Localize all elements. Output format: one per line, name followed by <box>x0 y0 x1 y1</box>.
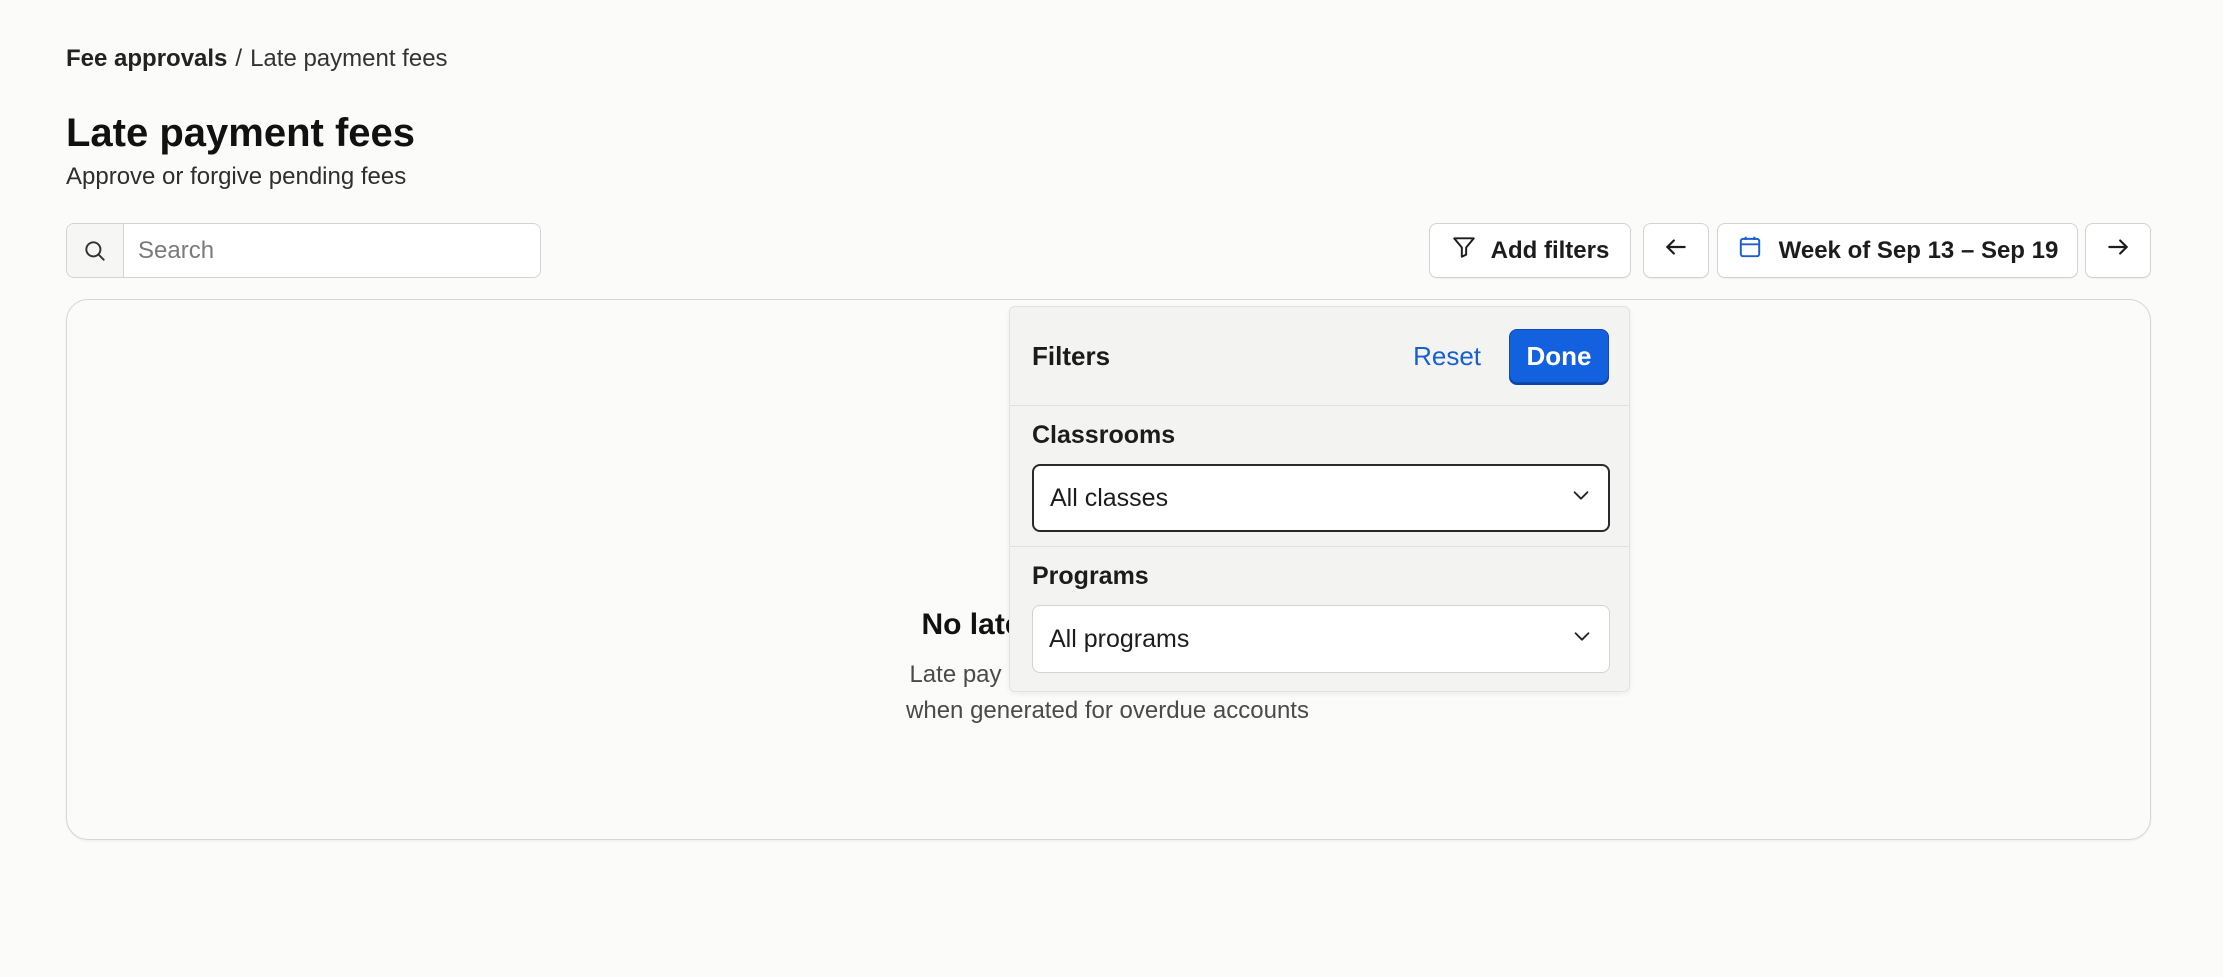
page-subtitle: Approve or forgive pending fees <box>66 163 407 190</box>
next-week-button[interactable] <box>2085 223 2151 278</box>
chevron-down-icon <box>1571 625 1593 654</box>
calendar-icon <box>1737 234 1763 267</box>
add-filters-button[interactable]: Add filters <box>1429 223 1631 278</box>
classrooms-select-value: All classes <box>1050 483 1169 512</box>
arrow-right-icon <box>2105 234 2131 267</box>
filters-panel: Filters Reset Done Classrooms All classe… <box>1009 306 1630 692</box>
programs-select-value: All programs <box>1049 624 1190 653</box>
programs-label: Programs <box>1032 562 1149 590</box>
search-input[interactable] <box>124 224 540 277</box>
classrooms-filter-section: Classrooms All classes <box>1010 406 1629 546</box>
arrow-left-icon <box>1663 234 1689 267</box>
week-label: Week of Sep 13 – Sep 19 <box>1778 236 2059 264</box>
breadcrumb-link-fee-approvals[interactable]: Fee approvals <box>66 44 227 74</box>
chevron-down-icon <box>1570 484 1592 513</box>
classrooms-label: Classrooms <box>1032 421 1176 449</box>
previous-week-button[interactable] <box>1643 223 1709 278</box>
search-box <box>66 223 541 278</box>
breadcrumb: Fee approvals / Late payment fees <box>66 44 448 74</box>
week-picker-button[interactable]: Week of Sep 13 – Sep 19 <box>1717 223 2078 278</box>
classrooms-select[interactable]: All classes <box>1032 464 1610 532</box>
search-icon <box>67 224 124 277</box>
empty-state-line-2: when generated for overdue accounts <box>906 697 1309 724</box>
breadcrumb-current: Late payment fees <box>250 45 448 72</box>
page-title: Late payment fees <box>66 111 416 155</box>
reset-filters-button[interactable]: Reset <box>1413 341 1481 372</box>
filters-panel-header: Filters Reset Done <box>1010 307 1629 406</box>
done-button[interactable]: Done <box>1509 329 1609 383</box>
programs-select[interactable]: All programs <box>1032 605 1610 673</box>
filters-panel-title: Filters <box>1032 340 1111 371</box>
filter-icon <box>1451 234 1477 267</box>
programs-filter-section: Programs All programs <box>1010 546 1629 687</box>
add-filters-label: Add filters <box>1490 236 1610 264</box>
breadcrumb-separator: / <box>235 45 243 72</box>
